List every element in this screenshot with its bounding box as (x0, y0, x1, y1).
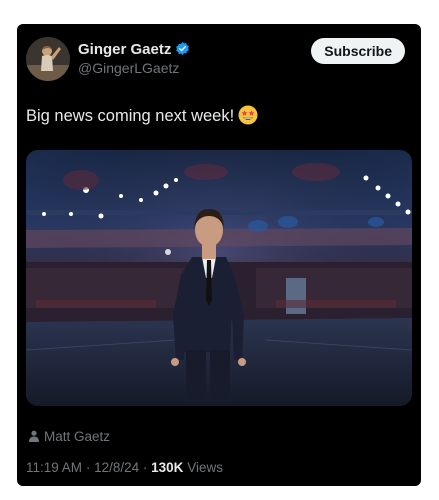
avatar[interactable] (26, 37, 70, 81)
media-credit[interactable]: Matt Gaetz (29, 429, 110, 445)
views-label: Views (187, 460, 223, 475)
subscribe-button[interactable]: Subscribe (311, 38, 405, 64)
post-image[interactable] (26, 150, 412, 406)
author-name[interactable]: Ginger Gaetz (78, 41, 190, 60)
media-credit-name: Matt Gaetz (44, 429, 111, 444)
person-icon (29, 430, 39, 445)
author-name-text: Ginger Gaetz (78, 41, 172, 58)
meta-separator: · (142, 460, 148, 475)
star-struck-emoji-icon (238, 105, 258, 130)
post-date[interactable]: 12/8/24 (94, 460, 139, 475)
post-text: Big news coming next week! (26, 105, 258, 130)
author-handle[interactable]: @GingerLGaetz (78, 60, 179, 76)
post-card[interactable]: Ginger Gaetz @GingerLGaetz Subscribe Big… (17, 24, 421, 486)
meta-separator: · (85, 460, 91, 475)
views-count: 130K (151, 460, 184, 475)
post-meta: 11:19 AM · 12/8/24 · 130K Views (26, 460, 223, 475)
post-time[interactable]: 11:19 AM (26, 460, 82, 475)
post-text-body: Big news coming next week! (26, 107, 235, 125)
verified-badge-icon (175, 41, 190, 60)
